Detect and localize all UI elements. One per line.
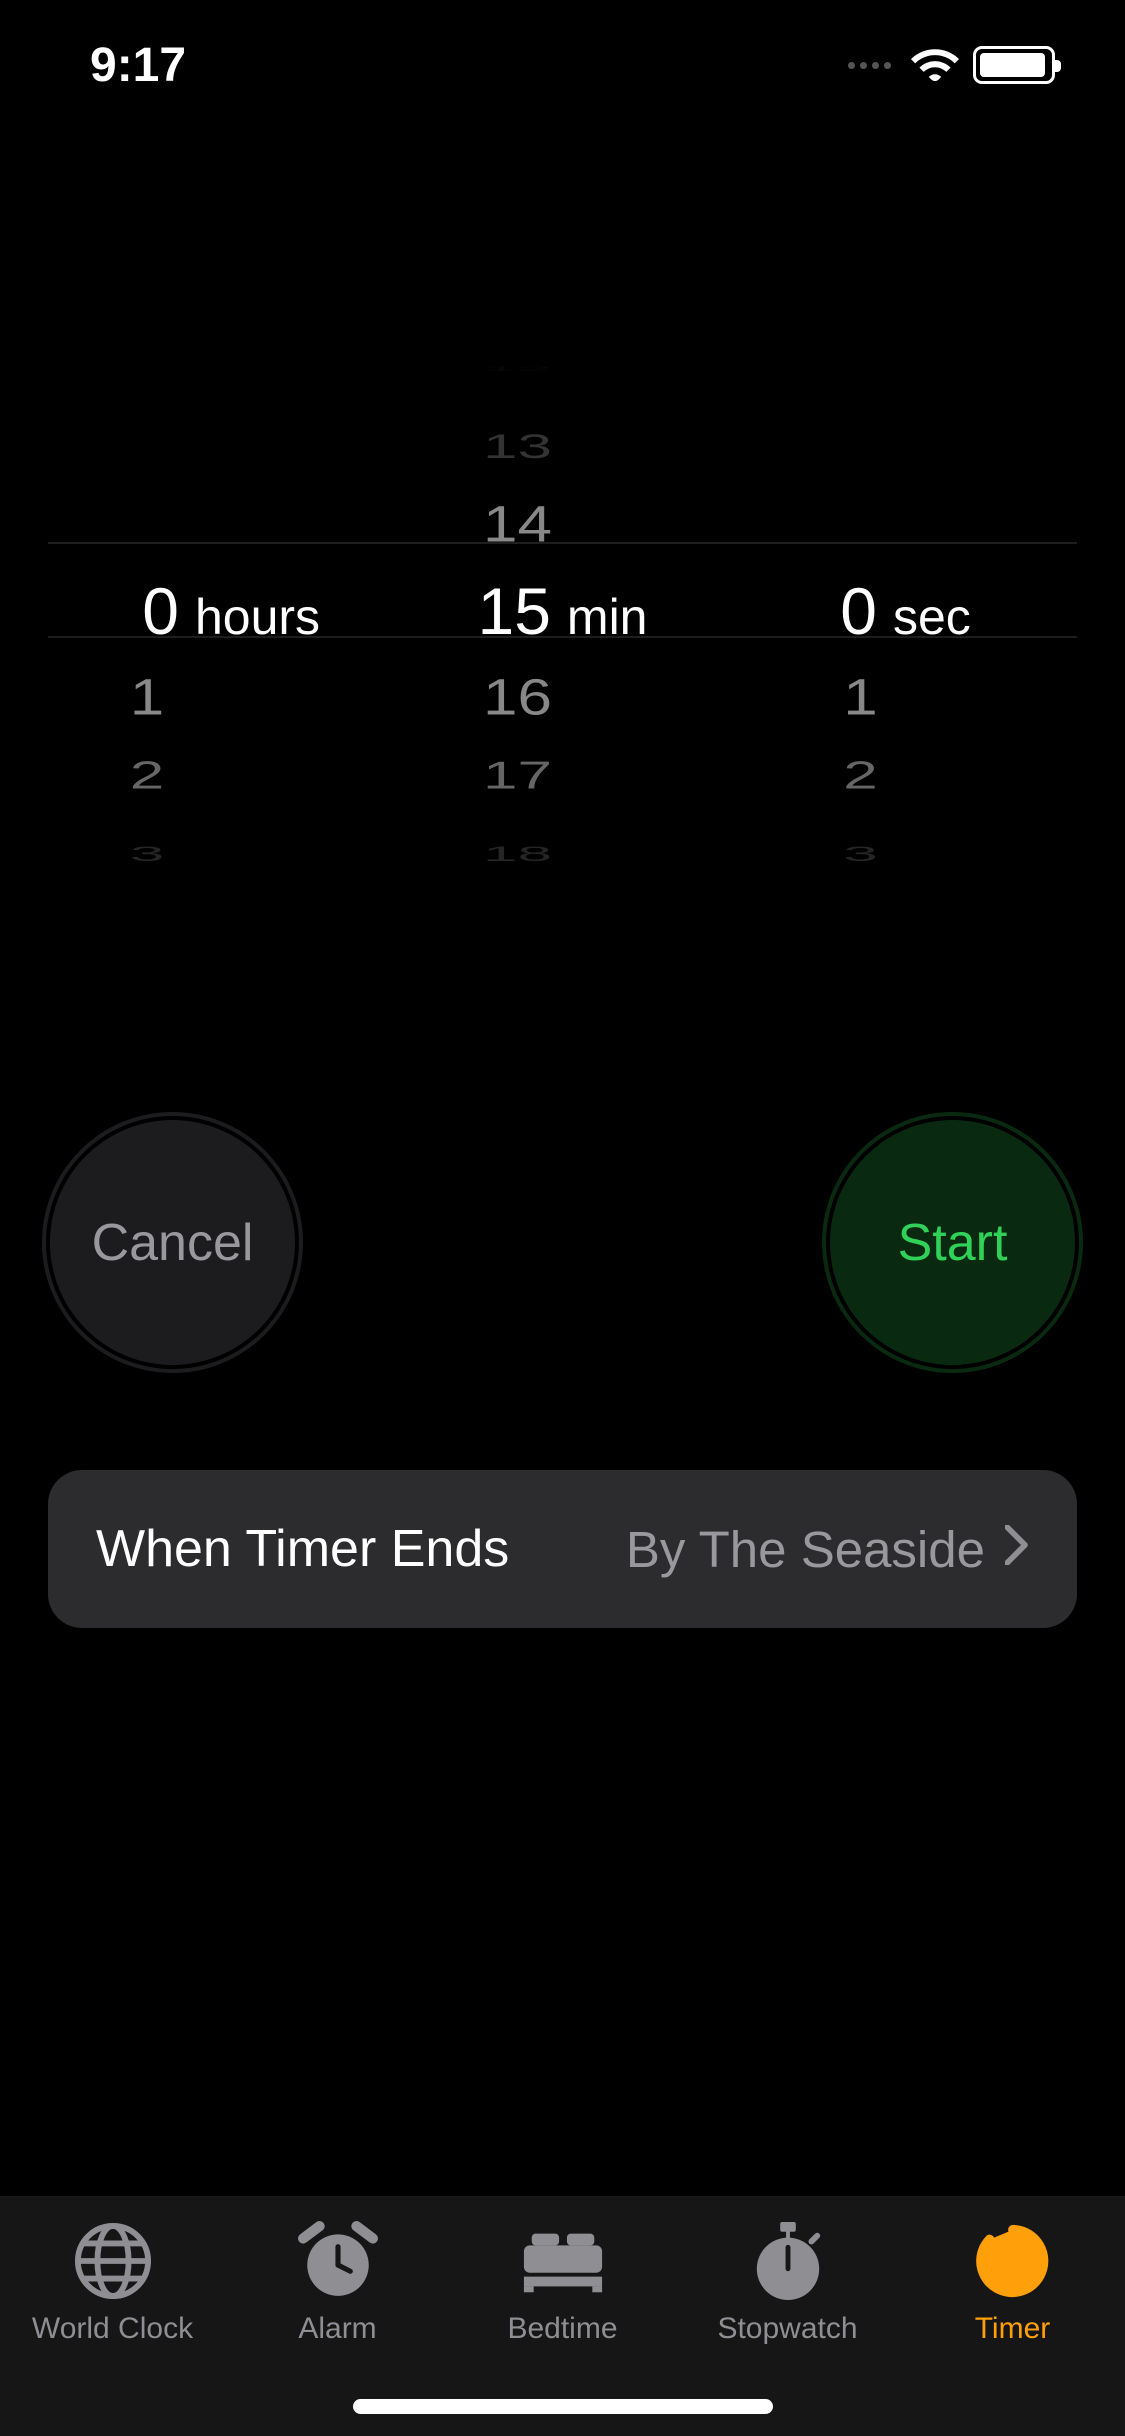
tab-timer-label: Timer (975, 2312, 1051, 2346)
minutes-value: 15 (478, 564, 551, 659)
bed-icon (520, 2220, 606, 2302)
seconds-wheel[interactable]: 0sec 1 2 3 (734, 330, 1077, 850)
start-button[interactable]: Start (830, 1120, 1075, 1365)
tab-world-clock[interactable]: World Clock (0, 2220, 225, 2376)
tab-alarm-label: Alarm (298, 2312, 376, 2346)
hours-value: 0 (119, 564, 179, 659)
globe-icon (74, 2220, 152, 2302)
when-timer-ends-label: When Timer Ends (96, 1519, 626, 1579)
cellular-dots-icon (848, 62, 891, 69)
tab-alarm[interactable]: Alarm (225, 2220, 450, 2376)
seconds-value: 0 (840, 564, 877, 659)
when-timer-ends-value: By The Seaside (626, 1520, 985, 1579)
tab-timer[interactable]: Timer (900, 2220, 1125, 2376)
tab-stopwatch-label: Stopwatch (717, 2312, 857, 2346)
timer-icon (974, 2220, 1052, 2302)
cancel-label: Cancel (92, 1213, 254, 1273)
cancel-button[interactable]: Cancel (50, 1120, 295, 1365)
status-bar: 9:17 (0, 0, 1125, 130)
chevron-right-icon (1005, 1522, 1029, 1577)
tab-world-clock-label: World Clock (32, 2312, 193, 2346)
seconds-unit: sec (893, 570, 971, 665)
minutes-unit: min (567, 570, 648, 665)
stopwatch-icon (749, 2220, 827, 2302)
tab-bedtime-label: Bedtime (507, 2312, 617, 2346)
wifi-icon (911, 44, 959, 87)
minutes-wheel[interactable]: 12 13 14 15min 16 17 18 (391, 330, 734, 850)
start-label: Start (898, 1213, 1008, 1273)
battery-icon (973, 46, 1055, 84)
tab-stopwatch[interactable]: Stopwatch (675, 2220, 900, 2376)
status-right (848, 44, 1055, 87)
status-time: 9:17 (90, 38, 186, 93)
hours-unit: hours (195, 570, 320, 665)
home-indicator[interactable] (353, 2399, 773, 2414)
time-picker[interactable]: 0hours 1 2 3 12 13 14 15min 16 17 18 (48, 330, 1077, 850)
tab-bedtime[interactable]: Bedtime (450, 2220, 675, 2376)
when-timer-ends-row[interactable]: When Timer Ends By The Seaside (48, 1470, 1077, 1628)
hours-wheel[interactable]: 0hours 1 2 3 (48, 330, 391, 850)
alarm-clock-icon (297, 2220, 379, 2302)
